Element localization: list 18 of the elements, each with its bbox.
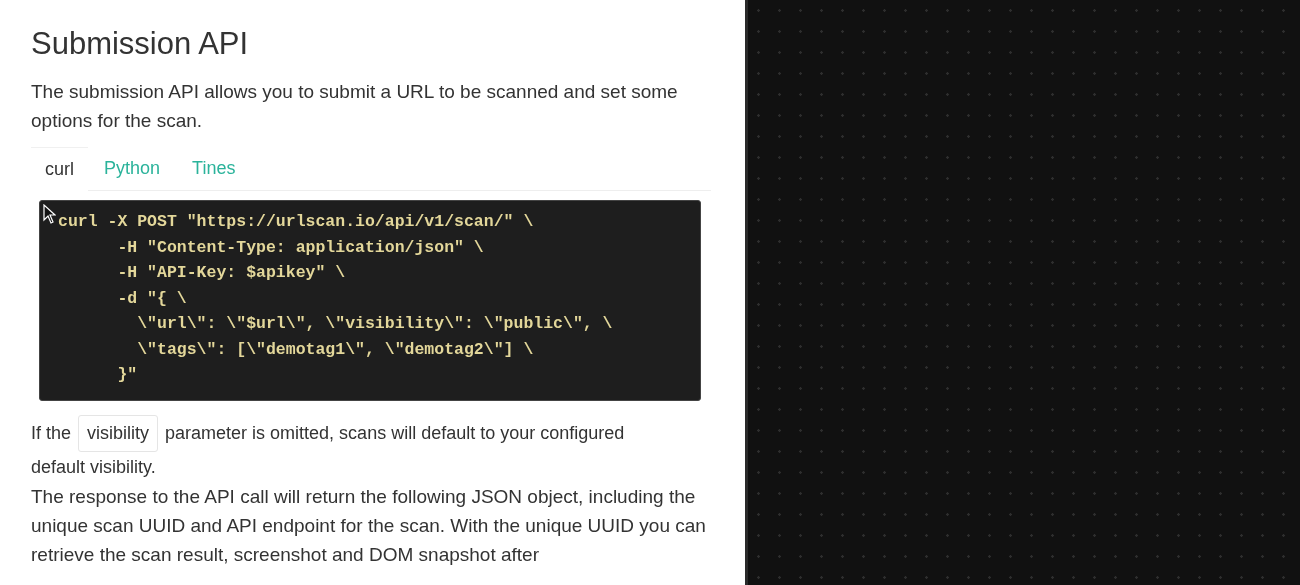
code-line: }" [116,364,138,386]
note-text: parameter is omitted, scans will default to your configured [165,422,625,445]
intro-paragraph: The submission API allows you to submit a URL to be scanned and set some options for the scan. [31,80,679,133]
code-line: -d "{ \ [116,287,187,310]
note-text: If the [31,422,72,445]
code-line: -H "API-Key: $apikey" \ [116,262,346,284]
mouse-pointer-icon [43,204,56,224]
code-line: curl -X POST "https://urlscan.io/api/v1/scan/" \ [58,211,534,233]
response-paragraph: The response to the API call will return the following JSON object, including the unique scan UUID and API endpoint for the scan. With the unique UUID you can retrieve the scan result, screenshot and DOM snapshot after [31,484,707,567]
code-tab[interactable]: Python [88,147,177,190]
code-line: \"tags\": [\"demotag1\", \"demotag2\"] \ [136,338,534,361]
note-text: default visibility. [31,455,157,479]
code-tab[interactable]: Tines [176,147,252,190]
page-heading: Submission API [31,25,250,63]
code-tab[interactable]: curl [31,147,88,191]
inline-code: visibility [78,415,159,452]
code-line: -H "Content-Type: application/json" \ [116,236,484,259]
code-line: \"url\": \"$url\", \"visibility\": \"public\", \ [136,313,613,335]
